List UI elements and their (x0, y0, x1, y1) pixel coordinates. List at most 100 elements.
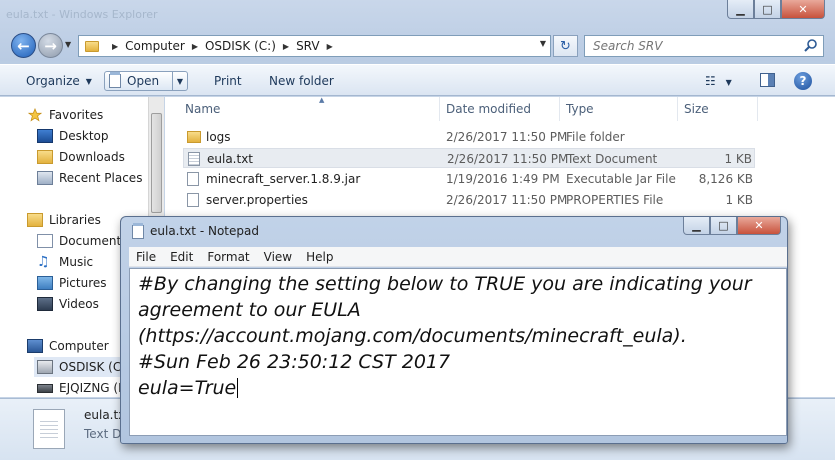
nav-favorites[interactable]: Favorites (27, 105, 103, 125)
nav-computer[interactable]: Computer (27, 336, 109, 356)
menu-help[interactable]: Help (306, 250, 333, 264)
new-folder-button[interactable]: New folder (269, 71, 334, 91)
menu-edit[interactable]: Edit (170, 250, 193, 264)
drive-icon (37, 360, 53, 374)
nav-documents[interactable]: Documents (37, 231, 128, 251)
breadcrumb-computer[interactable]: Computer (125, 39, 185, 53)
recent-pages-dropdown[interactable]: ▼ (65, 40, 71, 49)
menu-view[interactable]: View (264, 250, 292, 264)
notepad-close-button[interactable]: ✕ (737, 217, 781, 235)
sort-ascending-icon: ▲ (319, 96, 325, 104)
column-header-name[interactable]: ▲ Name (179, 96, 440, 121)
file-type: Executable Jar File (566, 172, 676, 186)
file-date: 2/26/2017 11:50 PM (447, 152, 569, 166)
column-header-size[interactable]: Size (678, 97, 758, 121)
file-row-minecraft-jar[interactable]: minecraft_server.1.8.9.jar 1/19/2016 1:4… (183, 169, 755, 189)
drive-icon (37, 384, 53, 393)
nav-ejqizng[interactable]: EJQIZNG (F: (37, 378, 128, 398)
jar-file-icon (187, 172, 199, 186)
star-icon (27, 108, 43, 122)
print-button[interactable]: Print (214, 71, 242, 91)
file-type: File folder (566, 130, 625, 144)
minimize-button[interactable]: ▁ (727, 0, 754, 19)
print-label: Print (214, 74, 242, 88)
nav-documents-label: Documents (59, 234, 128, 248)
chevron-right-icon[interactable]: ▶ (283, 42, 289, 51)
breadcrumb-osdisk[interactable]: OSDISK (C:) (205, 39, 276, 53)
file-row-eula[interactable]: eula.txt 2/26/2017 11:50 PM Text Documen… (183, 148, 755, 168)
explorer-title-bar[interactable]: eula.txt - Windows Explorer ▁ □ ✕ (0, 0, 835, 30)
address-bar[interactable]: ▶ Computer ▶ OSDISK (C:) ▶ SRV ▶ ▼ (78, 35, 551, 57)
breadcrumb-srv[interactable]: SRV (296, 39, 320, 53)
file-name: eula.txt (207, 152, 254, 166)
change-view-button[interactable]: ☷ ▼ (705, 74, 732, 88)
nav-videos[interactable]: Videos (37, 294, 99, 314)
notepad-maximize-button[interactable]: □ (710, 217, 737, 235)
navigation-row: ← → ▼ ▶ Computer ▶ OSDISK (C:) ▶ SRV ▶ ▼… (0, 32, 835, 60)
search-icon[interactable] (803, 38, 819, 54)
text-line: agreement to our EULA (138, 299, 361, 321)
notepad-text-area[interactable]: #By changing the setting below to TRUE y… (129, 268, 787, 436)
file-row-server-properties[interactable]: server.properties 2/26/2017 11:50 PM PRO… (183, 190, 755, 210)
nav-recent-places[interactable]: Recent Places (37, 168, 142, 188)
refresh-button[interactable]: ↻ (553, 35, 578, 57)
text-file-icon (188, 152, 200, 166)
open-button[interactable]: Open ▼ (104, 71, 188, 91)
file-date: 2/26/2017 11:50 PM (446, 193, 568, 207)
details-file-type: Text D (84, 427, 122, 441)
forward-button[interactable]: → (38, 33, 63, 58)
help-button[interactable]: ? (794, 72, 812, 90)
notepad-window-controls: ▁ □ ✕ (683, 217, 781, 235)
nav-desktop[interactable]: Desktop (37, 126, 109, 146)
downloads-icon (37, 150, 53, 164)
open-dropdown[interactable]: ▼ (172, 72, 187, 90)
chevron-right-icon[interactable]: ▶ (192, 42, 198, 51)
folder-icon (85, 40, 99, 52)
desktop-icon (37, 129, 53, 143)
notepad-title-bar[interactable]: eula.txt - Notepad ▁ □ ✕ (121, 217, 787, 245)
nav-computer-label: Computer (49, 339, 109, 353)
nav-music[interactable]: ♫ Music (37, 252, 94, 272)
organize-button[interactable]: Organize ▼ (26, 71, 92, 91)
column-size-label: Size (684, 102, 709, 116)
file-size: 8,126 KB (698, 172, 753, 186)
nav-downloads[interactable]: Downloads (37, 147, 125, 167)
notepad-icon (109, 72, 121, 88)
videos-icon (37, 297, 53, 311)
organize-label: Organize (26, 74, 80, 88)
text-line-last: eula=True (138, 375, 786, 401)
preview-pane-button[interactable] (760, 73, 775, 87)
column-type-label: Type (566, 102, 594, 116)
open-label: Open (127, 74, 160, 88)
text-line: #By changing the setting below to TRUE y… (138, 273, 752, 295)
nav-libraries[interactable]: Libraries (27, 210, 101, 230)
arrow-left-icon: ← (17, 36, 30, 55)
nav-music-label: Music (59, 255, 94, 269)
chevron-down-icon: ▼ (176, 76, 184, 86)
explorer-title: eula.txt - Windows Explorer (6, 8, 158, 21)
chevron-right-icon[interactable]: ▶ (327, 42, 333, 51)
file-row-logs[interactable]: logs 2/26/2017 11:50 PM File folder (183, 127, 755, 147)
column-date-label: Date modified (446, 102, 532, 116)
chevron-down-icon: ▼ (85, 76, 92, 86)
libraries-icon (27, 213, 43, 227)
chevron-right-icon[interactable]: ▶ (112, 42, 118, 51)
search-box (584, 35, 824, 57)
address-dropdown[interactable]: ▼ (540, 39, 546, 48)
command-bar: Organize ▼ Open ▼ Print New folder ☷ ▼ ? (0, 64, 835, 96)
column-header-type[interactable]: Type (560, 97, 678, 121)
column-header-date[interactable]: Date modified (440, 97, 560, 121)
text-line: eula=True (138, 377, 237, 399)
file-type: PROPERTIES File (566, 193, 664, 207)
maximize-button[interactable]: □ (754, 0, 781, 19)
nav-pictures[interactable]: Pictures (37, 273, 107, 293)
search-input[interactable] (585, 36, 785, 56)
documents-icon (37, 234, 53, 248)
menu-format[interactable]: Format (207, 250, 249, 264)
notepad-minimize-button[interactable]: ▁ (683, 217, 710, 235)
nav-scrollbar-thumb[interactable] (151, 113, 162, 213)
notepad-window: eula.txt - Notepad ▁ □ ✕ File Edit Forma… (120, 216, 788, 444)
close-button[interactable]: ✕ (781, 0, 825, 19)
menu-file[interactable]: File (136, 250, 156, 264)
back-button[interactable]: ← (11, 33, 36, 58)
